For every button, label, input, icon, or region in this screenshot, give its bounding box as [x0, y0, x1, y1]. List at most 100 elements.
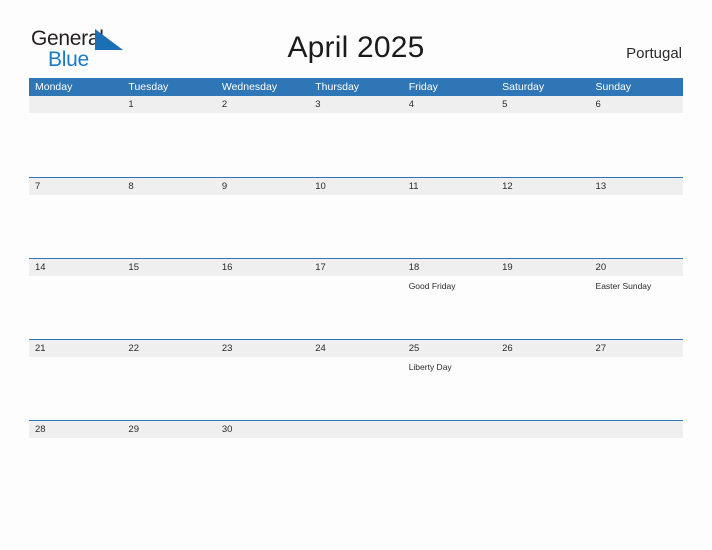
- calendar-day-number: 30: [221, 424, 233, 435]
- calendar-day-number: 4: [408, 99, 414, 110]
- calendar-week-row: 21 22 23 24 25 26 27 Liberty Day: [29, 339, 683, 420]
- calendar-day-events: [29, 357, 122, 419]
- calendar-day-cell[interactable]: 21: [29, 340, 122, 357]
- calendar-day-cell[interactable]: 2: [216, 96, 309, 113]
- weekday-header-sunday: Sunday: [595, 81, 632, 93]
- calendar-day-cell[interactable]: 3: [309, 96, 402, 113]
- calendar-day-events: [496, 357, 589, 419]
- calendar-day-events: [216, 438, 309, 500]
- calendar-day-cell[interactable]: 20: [590, 259, 683, 276]
- calendar-day-number: 24: [315, 343, 326, 354]
- calendar-day-events: Easter Sunday: [590, 276, 683, 338]
- calendar-date-band: 1 2 3 4 5 6: [29, 96, 683, 113]
- calendar-day-cell[interactable]: 18: [403, 259, 496, 276]
- calendar-day-number: 22: [128, 343, 139, 354]
- calendar-day-cell[interactable]: 30: [216, 421, 309, 438]
- calendar-event-label: Good Friday: [408, 281, 456, 291]
- calendar-day-number: 10: [315, 181, 326, 192]
- calendar-day-cell[interactable]: 13: [590, 178, 683, 195]
- calendar-day-cell[interactable]: 24: [309, 340, 402, 357]
- calendar-day-number: 7: [35, 181, 41, 192]
- calendar-day-cell[interactable]: 1: [122, 96, 215, 113]
- calendar-date-band: 14 15 16 17 18 19 20: [29, 259, 683, 276]
- calendar-event-label: Easter Sunday: [595, 281, 652, 291]
- calendar-day-events: [122, 357, 215, 419]
- calendar-date-band: 7 8 9 10 11 12 13: [29, 178, 683, 195]
- weekday-header-saturday: Saturday: [502, 81, 545, 93]
- calendar-day-events: [309, 357, 402, 419]
- calendar-day-events: [29, 276, 122, 338]
- calendar-day-cell[interactable]: 22: [122, 340, 215, 357]
- calendar-day-events: [496, 276, 589, 338]
- calendar-day-number: 12: [502, 181, 513, 192]
- calendar-day-number: 2: [221, 99, 228, 110]
- calendar-day-cell[interactable]: 9: [216, 178, 309, 195]
- weekday-header-thursday: Thursday: [315, 81, 360, 93]
- calendar-day-number: 23: [221, 343, 233, 354]
- calendar-day-cell[interactable]: 12: [496, 178, 589, 195]
- calendar-week-row: 28 29 30: [29, 420, 683, 501]
- calendar-day-events: [309, 438, 402, 500]
- calendar-day-events: [496, 438, 589, 500]
- calendar-day-number: 19: [502, 262, 513, 273]
- calendar-event-band: [29, 195, 683, 257]
- calendar-day-number: 29: [128, 424, 139, 435]
- calendar-day-cell[interactable]: 15: [122, 259, 215, 276]
- calendar-day-number: 17: [315, 262, 326, 273]
- calendar-event-label: Liberty Day: [408, 362, 452, 372]
- calendar-day-number: 15: [128, 262, 139, 273]
- calendar-day-cell[interactable]: 8: [122, 178, 215, 195]
- calendar-event-band: [29, 113, 683, 175]
- calendar-day-cell[interactable]: 19: [496, 259, 589, 276]
- calendar-day-cell[interactable]: 11: [403, 178, 496, 195]
- calendar-day-number: 16: [221, 262, 233, 273]
- calendar-day-number: 20: [595, 262, 607, 273]
- calendar-day-number: 25: [408, 343, 420, 354]
- calendar-day-cell[interactable]: 10: [309, 178, 402, 195]
- calendar-day-number: 14: [35, 262, 46, 273]
- calendar-day-events: [403, 113, 496, 175]
- calendar-day-events: [29, 195, 122, 257]
- calendar-day-events: [590, 438, 683, 500]
- calendar-day-cell[interactable]: 25: [403, 340, 496, 357]
- calendar-day-cell[interactable]: 4: [403, 96, 496, 113]
- calendar-day-cell[interactable]: 14: [29, 259, 122, 276]
- calendar-day-number: 18: [408, 262, 420, 273]
- calendar-day-cell[interactable]: 29: [122, 421, 215, 438]
- calendar-day-cell[interactable]: 7: [29, 178, 122, 195]
- calendar-date-band: 28 29 30: [29, 421, 683, 438]
- calendar-day-cell[interactable]: 16: [216, 259, 309, 276]
- calendar-day-events: [29, 438, 122, 500]
- calendar-day-events: [122, 438, 215, 500]
- calendar-grid: Monday Tuesday Wednesday Thursday Friday…: [29, 78, 683, 501]
- calendar-day-cell[interactable]: 28: [29, 421, 122, 438]
- calendar-day-events: [496, 195, 589, 257]
- calendar-day-events: [216, 357, 309, 419]
- calendar-day-events: [590, 195, 683, 257]
- calendar-day-events: [309, 276, 402, 338]
- calendar-day-number: 5: [502, 99, 508, 110]
- calendar-day-events: [590, 113, 683, 175]
- country-label: Portugal: [626, 45, 682, 62]
- calendar-day-number: 26: [502, 343, 513, 354]
- calendar-day-events: [590, 357, 683, 419]
- calendar-day-cell[interactable]: 26: [496, 340, 589, 357]
- calendar-day-cell[interactable]: 23: [216, 340, 309, 357]
- calendar-week-row: 7 8 9 10 11 12 13: [29, 177, 683, 258]
- calendar-event-band: Liberty Day: [29, 357, 683, 419]
- calendar-day-events: [29, 113, 122, 175]
- calendar-date-band: 21 22 23 24 25 26 27: [29, 340, 683, 357]
- calendar-day-cell[interactable]: 5: [496, 96, 589, 113]
- calendar-weekday-header-row: Monday Tuesday Wednesday Thursday Friday…: [29, 78, 683, 96]
- calendar-day-cell-empty: [309, 421, 402, 438]
- calendar-day-number: 8: [128, 181, 134, 192]
- calendar-day-cell[interactable]: 27: [590, 340, 683, 357]
- calendar-day-cell-empty: [496, 421, 589, 438]
- calendar-day-number: 11: [408, 181, 419, 192]
- calendar-day-events: [403, 438, 496, 500]
- calendar-day-cell[interactable]: 6: [590, 96, 683, 113]
- calendar-day-cell-empty: [590, 421, 683, 438]
- calendar-day-cell[interactable]: 17: [309, 259, 402, 276]
- weekday-header-wednesday: Wednesday: [221, 81, 278, 93]
- calendar-event-band: Good Friday Easter Sunday: [29, 276, 683, 338]
